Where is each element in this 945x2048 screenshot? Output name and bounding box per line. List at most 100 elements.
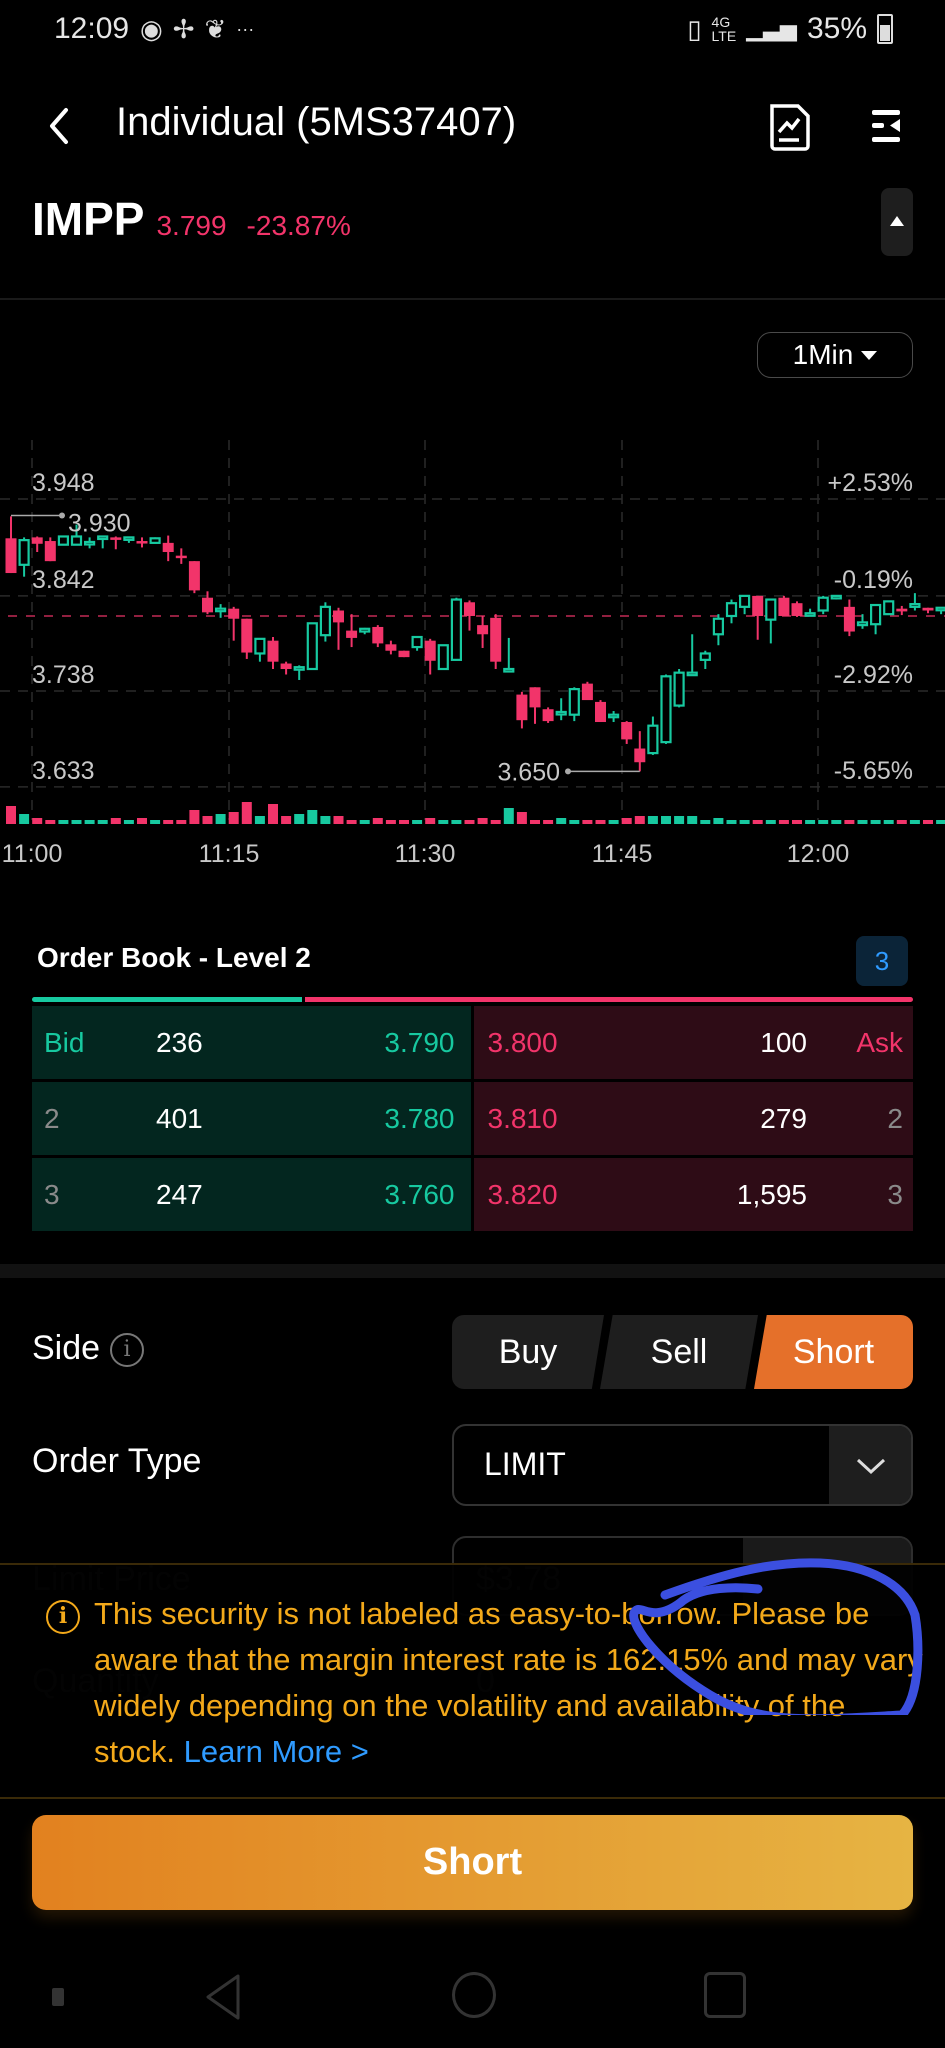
order-type-label: Order Type — [32, 1442, 202, 1480]
bid-cell[interactable]: 3 247 3.760 — [32, 1158, 471, 1231]
volume-bar — [674, 816, 685, 824]
menu-button[interactable] — [868, 106, 902, 146]
candle-body-up — [503, 667, 515, 673]
x-axis-label: 11:15 — [199, 840, 260, 868]
back-button[interactable] — [40, 104, 80, 148]
submit-short-button[interactable]: Short — [32, 1815, 913, 1910]
learn-more-link[interactable]: Learn More > — [184, 1734, 369, 1769]
section-divider — [0, 1264, 945, 1278]
candle-body-down — [280, 663, 292, 670]
bid-level: Bid — [44, 1026, 85, 1058]
volume-bar — [909, 820, 920, 824]
interval-dropdown[interactable]: 1Min — [757, 332, 913, 378]
back-icon[interactable] — [202, 1972, 246, 2022]
order-book-row: 3 247 3.760 3.820 1,595 3 — [32, 1158, 913, 1231]
x-axis-label: 11:45 — [592, 840, 653, 868]
volume-bar — [477, 818, 488, 824]
candle-body-down — [634, 748, 646, 763]
candle-body-down — [385, 644, 397, 651]
candle-body-up — [57, 535, 70, 546]
order-type-select[interactable]: LIMIT — [452, 1424, 913, 1506]
candle-body-down — [516, 694, 528, 721]
candle-body-up — [738, 594, 751, 608]
candle-body-up — [437, 644, 449, 671]
status-time: 12:09 — [54, 12, 130, 45]
y-axis-label-right: -2.92% — [834, 661, 913, 689]
bid-size: 247 — [156, 1178, 203, 1210]
volume-bar — [621, 818, 632, 824]
chart-report-button[interactable] — [766, 102, 812, 152]
candle-body-down — [843, 606, 855, 632]
volume-bar — [923, 820, 933, 824]
volume-bar — [189, 810, 200, 824]
candle-body-up — [83, 540, 96, 546]
ask-price: 3.820 — [487, 1178, 558, 1210]
volume-bar — [765, 820, 776, 824]
side-sell-button[interactable]: Sell — [600, 1315, 758, 1389]
volume-bar — [792, 820, 802, 824]
ask-level: Ask — [856, 1026, 903, 1058]
battery-percent: 35% — [806, 12, 867, 45]
ask-cell[interactable]: 3.800 100 Ask — [473, 1006, 913, 1079]
high-price-label: 3.930 — [68, 509, 131, 537]
home-icon[interactable] — [452, 1972, 496, 2018]
candle-body-up — [817, 596, 829, 612]
candle-body-up — [306, 622, 318, 671]
bid-level: 2 — [44, 1102, 60, 1134]
depth-badge[interactable]: 3 — [856, 936, 908, 986]
volume-bar — [896, 820, 907, 824]
volume-bar — [713, 818, 724, 824]
volume-bar — [870, 820, 881, 824]
volume-bar — [372, 818, 383, 824]
volume-bar — [281, 816, 292, 824]
volume-bar — [412, 820, 423, 824]
low-marker-dot — [565, 768, 571, 775]
y-axis-label-left: 3.738 — [32, 661, 95, 689]
candle-body-up — [699, 652, 711, 661]
volume-bar — [556, 818, 567, 824]
candle-body-up — [607, 713, 620, 719]
candle-body-down — [542, 709, 554, 722]
candle-body-down — [477, 625, 489, 635]
app-header: Individual (5MS37407) — [0, 88, 945, 164]
candle-body-down — [267, 640, 279, 662]
volume-bar — [359, 820, 370, 824]
candle-body-down — [464, 602, 475, 616]
caret-down-icon — [861, 350, 878, 360]
volume-bar — [700, 820, 711, 824]
info-icon[interactable]: i — [110, 1333, 145, 1368]
bid-cell[interactable]: Bid 236 3.790 — [32, 1006, 471, 1079]
easy-to-borrow-warning: i This security is not labeled as easy-t… — [0, 1563, 945, 1799]
candlestick-chart[interactable]: 3.948 3.842 3.738 3.633 +2.53% -0.19% -2.92% -5… — [0, 440, 945, 880]
volume-bar — [123, 820, 134, 824]
volume-bar — [503, 808, 514, 824]
bid-cell[interactable]: 2 401 3.780 — [32, 1082, 471, 1155]
volume-bar — [936, 820, 945, 824]
volume-bar — [425, 818, 436, 824]
candle-body-up — [18, 539, 30, 566]
order-type-dropdown-toggle[interactable] — [829, 1426, 911, 1504]
interval-label: 1Min — [792, 339, 854, 370]
volume-bar — [516, 812, 527, 824]
candle-body-down — [490, 617, 502, 662]
order-book-row: Bid 236 3.790 3.800 100 Ask — [32, 1006, 913, 1079]
candle-body-up — [254, 637, 266, 655]
recents-icon[interactable] — [704, 1972, 746, 2018]
volume-bar — [490, 820, 501, 824]
volume-bar — [241, 802, 252, 824]
chart-canvas[interactable]: 3.948 3.842 3.738 3.633 +2.53% -0.19% -2.92% -5… — [0, 440, 945, 880]
candle-body-up — [555, 710, 567, 716]
side-buy-button[interactable]: Buy — [452, 1315, 604, 1389]
x-axis-label: 11:30 — [395, 840, 456, 868]
pinwheel-icon: ✢ — [172, 14, 195, 44]
volume-bar — [438, 820, 449, 824]
candle-body-down — [398, 650, 410, 658]
low-price-label: 3.650 — [497, 758, 560, 786]
candle-body-up — [725, 602, 738, 618]
candle-body-down — [175, 555, 187, 559]
ask-cell[interactable]: 3.820 1,595 3 — [473, 1158, 913, 1231]
ask-cell[interactable]: 3.810 279 2 — [473, 1082, 913, 1155]
collapse-chart-button[interactable] — [881, 188, 913, 256]
side-short-button[interactable]: Short — [754, 1315, 913, 1389]
volume-bar — [176, 820, 187, 824]
